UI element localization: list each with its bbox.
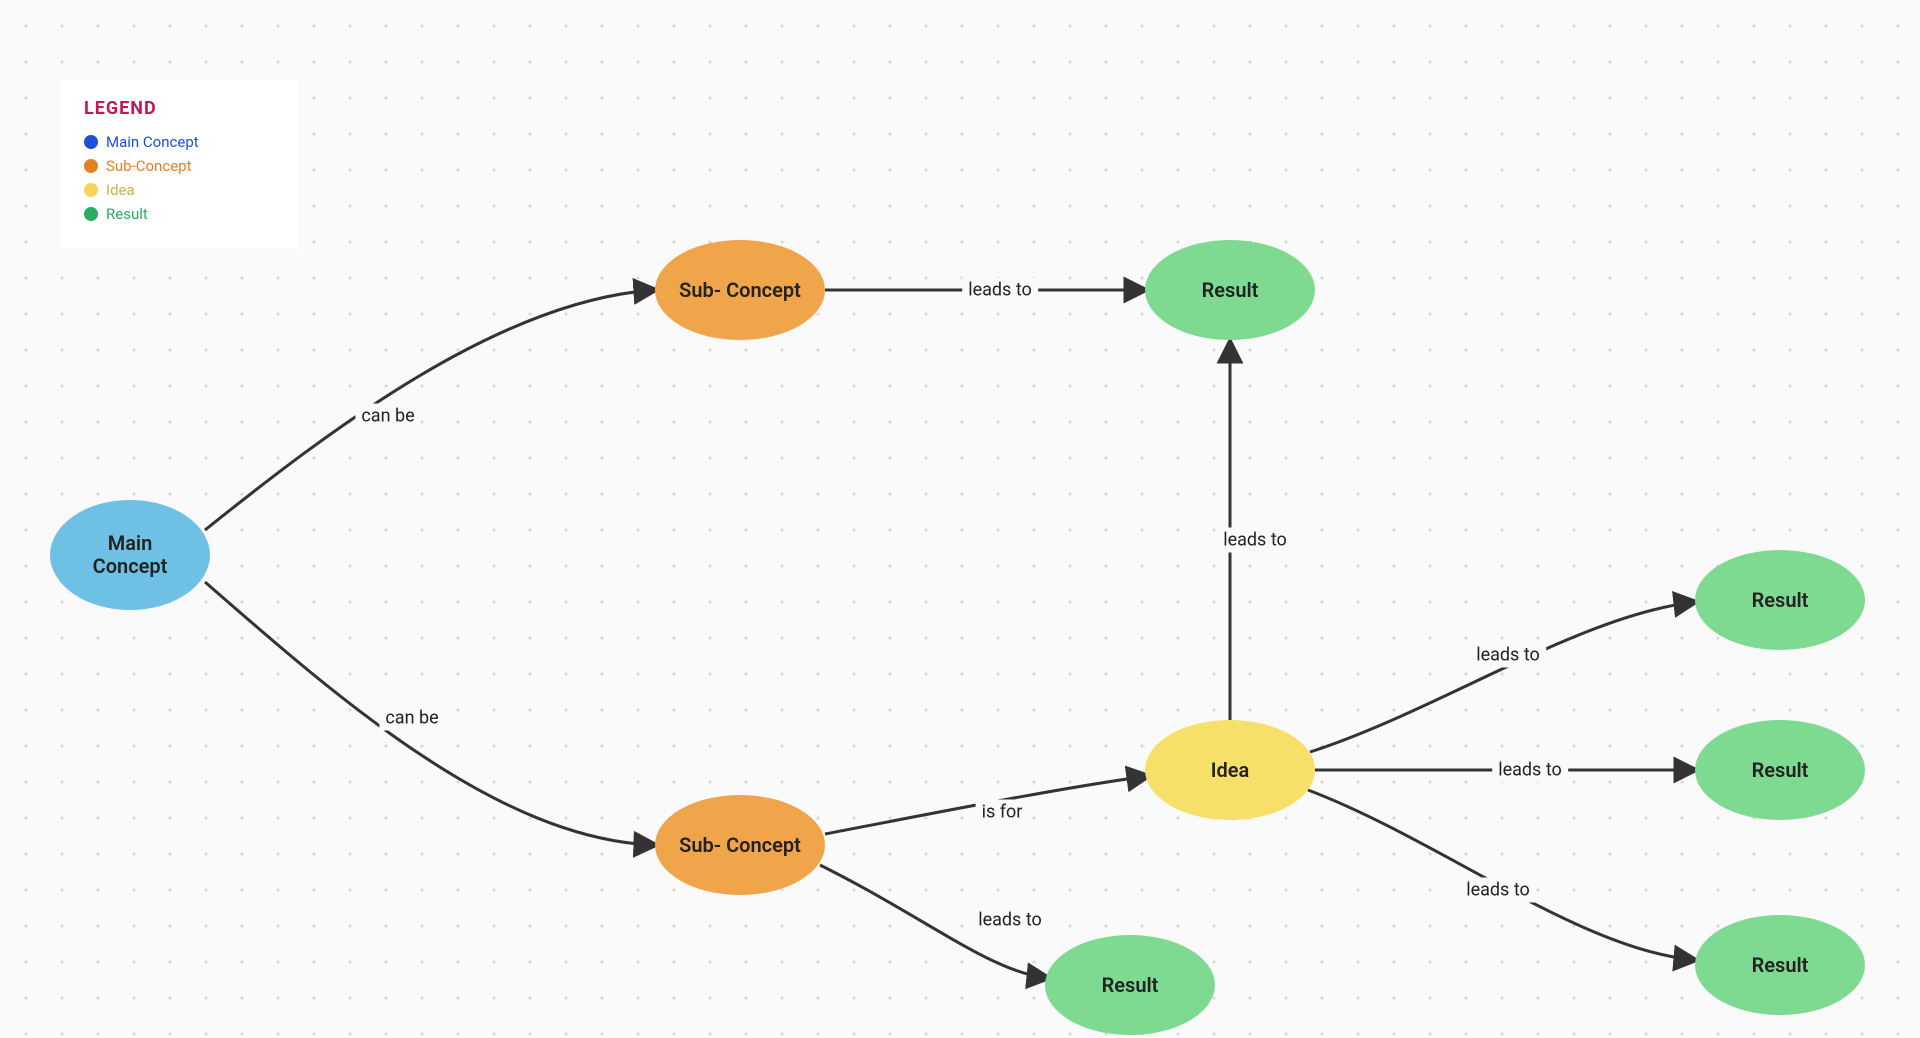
node-sub-concept-2[interactable]: Sub- Concept (655, 795, 825, 895)
legend-label: Sub-Concept (106, 157, 191, 175)
legend-label: Main Concept (106, 133, 199, 151)
edge-label-idea-res3[interactable]: leads to (1470, 643, 1546, 668)
node-result-3[interactable]: Result (1695, 550, 1865, 650)
node-main-concept[interactable]: MainConcept (50, 500, 210, 610)
edge-idea-res5[interactable] (1308, 790, 1695, 960)
edge-main-sub1[interactable] (205, 290, 655, 530)
node-result-2[interactable]: Result (1045, 935, 1215, 1035)
legend-item-main-concept: Main Concept (84, 133, 274, 151)
legend-title: LEGEND (84, 98, 274, 119)
legend-label: Idea (106, 181, 135, 199)
edge-label-sub1-res1[interactable]: leads to (962, 278, 1038, 303)
legend-panel: LEGEND Main Concept Sub-Concept Idea Res… (60, 80, 298, 249)
legend-item-idea: Idea (84, 181, 274, 199)
edge-label-idea-res4[interactable]: leads to (1492, 758, 1568, 783)
node-sub-concept-1[interactable]: Sub- Concept (655, 240, 825, 340)
edge-label-main-sub1[interactable]: can be (355, 404, 420, 429)
edge-label-idea-res5[interactable]: leads to (1460, 878, 1536, 903)
legend-dot-sub-concept (84, 159, 98, 173)
edge-idea-res3[interactable] (1310, 602, 1695, 752)
legend-label: Result (106, 205, 148, 223)
node-result-1[interactable]: Result (1145, 240, 1315, 340)
legend-item-sub-concept: Sub-Concept (84, 157, 274, 175)
edge-label-sub2-idea[interactable]: is for (976, 800, 1029, 825)
diagram-canvas[interactable]: LEGEND Main Concept Sub-Concept Idea Res… (0, 0, 1920, 1038)
edge-label-sub2-res2[interactable]: leads to (972, 908, 1048, 933)
edge-label-main-sub2[interactable]: can be (379, 706, 444, 731)
node-result-5[interactable]: Result (1695, 915, 1865, 1015)
edge-label-idea-res1[interactable]: leads to (1217, 528, 1293, 553)
legend-dot-idea (84, 183, 98, 197)
legend-dot-main-concept (84, 135, 98, 149)
node-result-4[interactable]: Result (1695, 720, 1865, 820)
legend-dot-result (84, 207, 98, 221)
legend-item-result: Result (84, 205, 274, 223)
node-idea[interactable]: Idea (1145, 720, 1315, 820)
